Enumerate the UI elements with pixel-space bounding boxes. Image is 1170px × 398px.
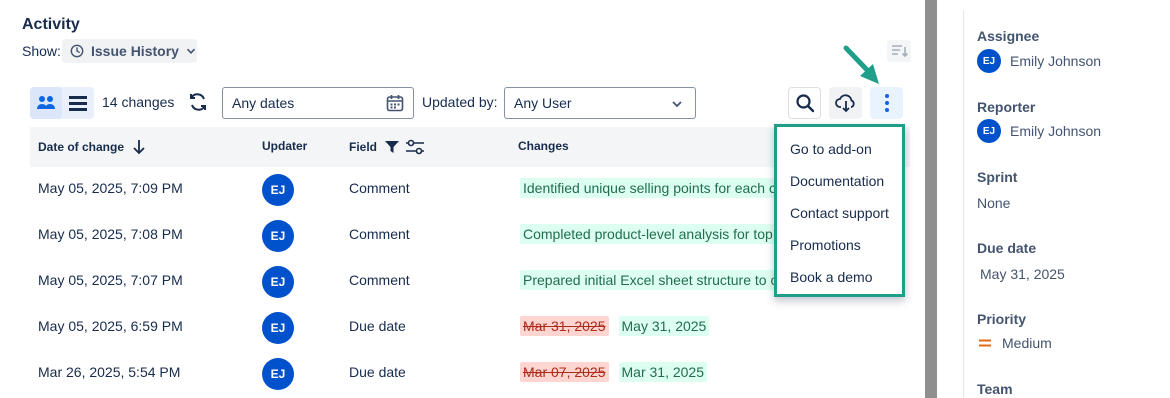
column-updater: Updater — [262, 139, 307, 153]
date-cell: May 05, 2025, 7:07 PM — [38, 272, 183, 288]
avatar: EJ — [977, 119, 1001, 143]
field-cell: Due date — [349, 364, 406, 380]
menu-item[interactable]: Promotions — [777, 229, 902, 261]
column-updater-label: Updater — [262, 139, 308, 153]
date-cell: May 05, 2025, 6:59 PM — [38, 318, 183, 334]
date-filter-input[interactable]: Any dates — [222, 87, 414, 119]
show-select[interactable]: Issue History — [62, 39, 197, 63]
changes-count: 14 changes — [102, 94, 175, 110]
priority-label: Priority — [977, 311, 1027, 327]
added-value: Identified unique selling points for eac… — [520, 178, 779, 198]
due-date-label: Due date — [977, 240, 1037, 256]
table-row: Mar 26, 2025, 5:54 PM EJ Due date Mar 07, 2… — [30, 350, 910, 396]
field-cell: Comment — [349, 180, 410, 196]
grouped-view-button[interactable] — [30, 87, 62, 119]
avatar[interactable]: EJ — [262, 174, 294, 206]
reporter-value[interactable]: EJ Emily Johnson — [977, 119, 1101, 143]
avatar[interactable]: EJ — [262, 266, 294, 298]
avatar[interactable]: EJ — [262, 312, 294, 344]
more-options-button[interactable] — [870, 87, 903, 119]
more-options-menu: Go to add-on Documentation Contact support… — [774, 124, 905, 297]
date-cell: May 05, 2025, 7:09 PM — [38, 180, 183, 196]
due-date-value[interactable]: May 31, 2025 — [980, 266, 1065, 282]
cloud-download-icon — [834, 94, 855, 113]
search-button[interactable] — [788, 87, 821, 119]
avatar[interactable]: EJ — [262, 220, 294, 252]
column-changes: Changes — [518, 139, 569, 153]
user-filter-select[interactable]: Any User — [504, 87, 696, 119]
arrow-down-icon — [133, 140, 145, 155]
column-date[interactable]: Date of change — [38, 139, 146, 155]
view-toggle[interactable] — [30, 87, 94, 119]
menu-item[interactable]: Contact support — [777, 197, 902, 229]
reporter-label: Reporter — [977, 99, 1036, 115]
sprint-label: Sprint — [977, 169, 1018, 185]
assignee-name: Emily Johnson — [1010, 53, 1102, 69]
search-icon — [795, 94, 814, 113]
chevron-down-icon — [186, 48, 196, 54]
sliders-icon[interactable] — [405, 139, 425, 155]
field-cell: Due date — [349, 318, 406, 334]
table-row: May 05, 2025, 6:59 PM EJ Due date Mar 31, 2… — [30, 304, 910, 350]
date-cell: May 05, 2025, 7:08 PM — [38, 226, 183, 242]
list-view-button[interactable] — [62, 87, 94, 119]
changes-cell: Mar 07, 2025 Mar 31, 2025 — [520, 362, 780, 382]
column-field: Field — [349, 139, 425, 155]
menu-item[interactable]: Book a demo — [777, 261, 902, 293]
sort-icon[interactable] — [887, 40, 911, 62]
reporter-name: Emily Johnson — [1010, 123, 1102, 139]
menu-item[interactable]: Documentation — [777, 165, 902, 197]
sprint-value[interactable]: None — [977, 195, 1010, 211]
priority-value-text: Medium — [1002, 335, 1052, 351]
avatar: EJ — [977, 49, 1001, 73]
changes-cell: Mar 31, 2025 May 31, 2025 — [520, 316, 780, 336]
assignee-value[interactable]: EJ Emily Johnson — [977, 49, 1101, 73]
column-changes-label: Changes — [518, 139, 569, 153]
users-icon — [37, 96, 55, 109]
changes-cell: Prepared initial Excel sheet structure t… — [520, 270, 780, 290]
date-filter-value: Any dates — [232, 95, 295, 111]
removed-value: Mar 07, 2025 — [520, 362, 609, 382]
assignee-label: Assignee — [977, 28, 1040, 44]
added-value: Completed product-level analysis for top — [520, 224, 776, 244]
download-button[interactable] — [829, 87, 862, 119]
clock-icon — [70, 44, 84, 58]
date-cell: Mar 26, 2025, 5:54 PM — [38, 364, 181, 380]
field-cell: Comment — [349, 272, 410, 288]
more-vertical-icon — [884, 94, 889, 112]
removed-value: Mar 31, 2025 — [520, 316, 609, 336]
list-icon — [69, 96, 87, 111]
added-value: Prepared initial Excel sheet structure t… — [520, 270, 780, 290]
chevron-down-icon — [672, 101, 682, 108]
priority-value[interactable]: Medium — [977, 335, 1052, 351]
updated-by-label: Updated by: — [422, 94, 498, 110]
changes-cell: Identified unique selling points for eac… — [520, 178, 780, 198]
avatar[interactable]: EJ — [262, 358, 294, 390]
added-value: May 31, 2025 — [618, 316, 710, 336]
calendar-icon[interactable] — [386, 94, 404, 112]
panel-splitter[interactable] — [925, 0, 937, 398]
pointer-arrow-icon — [843, 45, 879, 84]
column-date-label: Date of change — [38, 140, 125, 154]
show-label: Show: — [22, 43, 61, 59]
user-filter-value: Any User — [514, 95, 572, 111]
activity-panel: Activity Show: Issue History 14 changes … — [0, 0, 925, 398]
refresh-icon[interactable] — [187, 91, 209, 113]
details-divider — [963, 10, 964, 398]
column-field-label: Field — [349, 140, 378, 154]
priority-medium-icon — [979, 339, 991, 347]
field-cell: Comment — [349, 226, 410, 242]
activity-title: Activity — [22, 16, 80, 33]
show-select-value: Issue History — [91, 43, 179, 59]
filter-icon[interactable] — [385, 140, 400, 154]
team-label: Team — [977, 381, 1013, 397]
changes-cell: Completed product-level analysis for top — [520, 224, 780, 244]
menu-item[interactable]: Go to add-on — [777, 133, 902, 165]
added-value: Mar 31, 2025 — [618, 362, 707, 382]
